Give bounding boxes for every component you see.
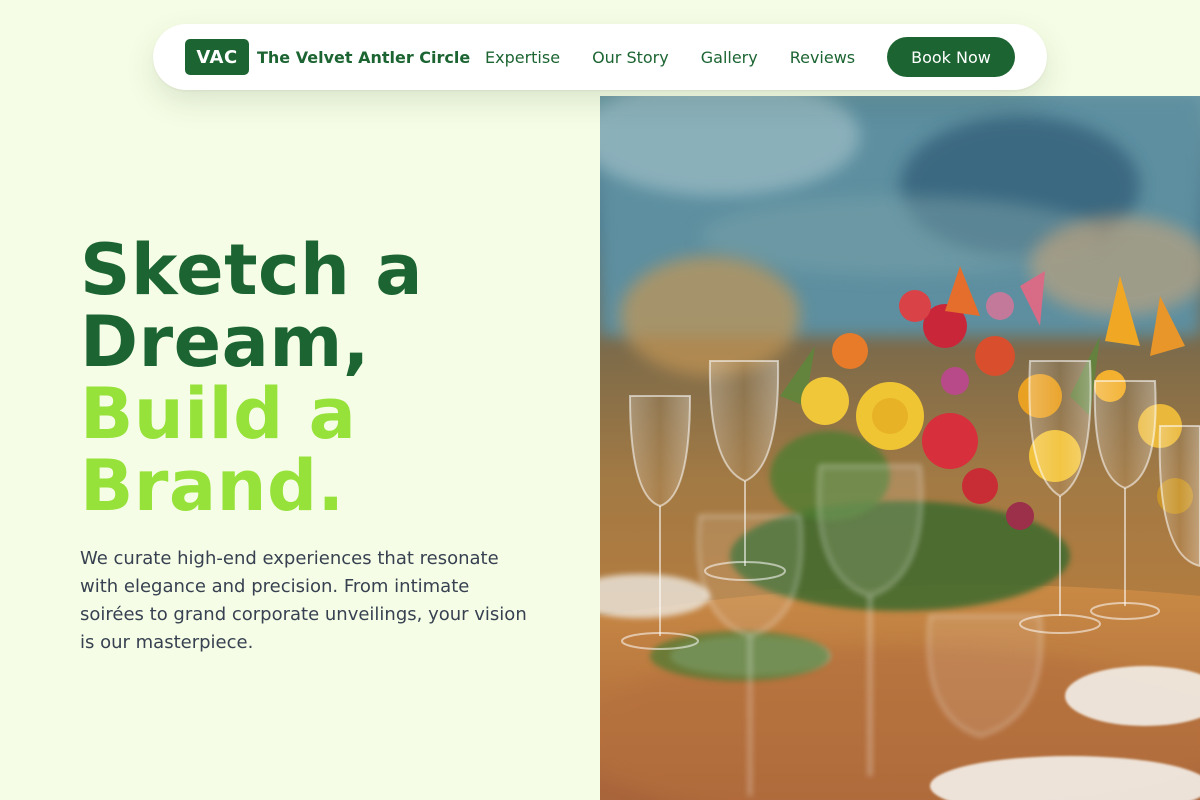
brand-logo-link[interactable]: VAC The Velvet Antler Circle (185, 39, 470, 75)
hero-title-line-2: Dream, (80, 301, 370, 383)
hero-title: Sketch a Dream, Build a Brand. (80, 234, 580, 522)
hero-image-banquet-table (600, 96, 1200, 800)
top-navbar: VAC The Velvet Antler Circle Expertise O… (153, 24, 1047, 90)
hero-title-line-1: Sketch a (80, 229, 423, 311)
hero-description: We curate high-end experiences that reso… (80, 548, 527, 653)
hero-title-line-3: Build a (80, 373, 357, 455)
hero-title-line-4: Brand. (80, 445, 345, 527)
brand-name: The Velvet Antler Circle (257, 47, 471, 67)
nav-link-expertise[interactable]: Expertise (485, 48, 560, 67)
nav-links: Expertise Our Story Gallery Reviews (485, 24, 855, 90)
book-now-button[interactable]: Book Now (887, 37, 1015, 77)
page: VAC The Velvet Antler Circle Expertise O… (0, 0, 1200, 800)
nav-link-reviews[interactable]: Reviews (790, 48, 855, 67)
banquet-table-illustration (600, 96, 1200, 800)
brand-badge: VAC (185, 39, 249, 75)
nav-link-our-story[interactable]: Our Story (592, 48, 669, 67)
nav-link-gallery[interactable]: Gallery (701, 48, 758, 67)
